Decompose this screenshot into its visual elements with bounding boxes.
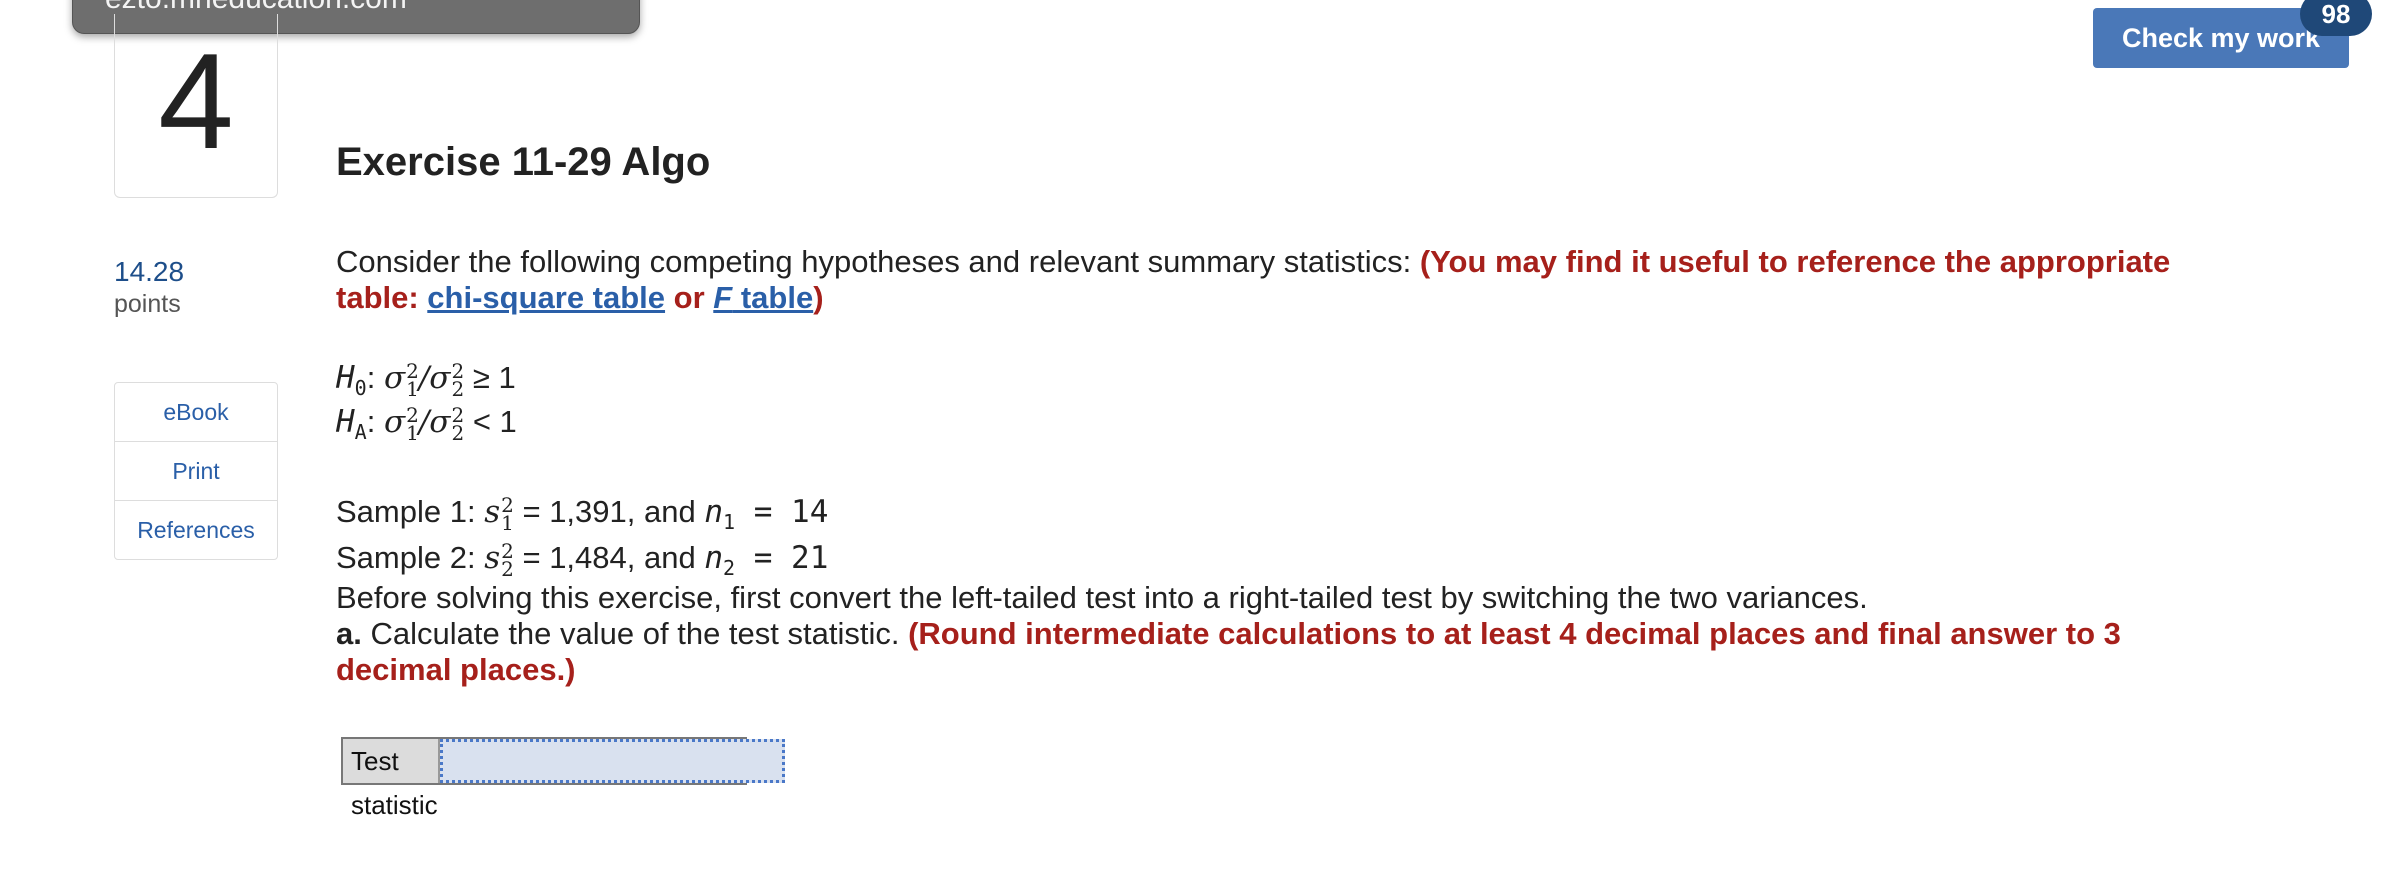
part-a-label: a. — [336, 616, 362, 651]
variance-ratio: σ 2 1/σ 2 2 — [383, 358, 465, 401]
print-link[interactable]: Print — [115, 442, 277, 501]
part-a-text: Calculate the value of the test statisti… — [361, 616, 909, 651]
ebook-link[interactable]: eBook — [115, 383, 277, 442]
answer-table: Test statistic — [341, 737, 785, 820]
attempts-badge: 98 — [2300, 0, 2372, 36]
points-value: 14.28 — [114, 256, 185, 287]
chi-square-table-link[interactable]: chi-square table — [427, 280, 665, 315]
test-statistic-label: Test statistic — [343, 739, 440, 820]
alternative-hypothesis: HA: σ 2 1/σ 2 2 < 1 — [336, 402, 517, 445]
sample-2: Sample 2: s22 = 1,484, and n2 = 21 — [336, 538, 829, 581]
instruction-text: Before solving this exercise, first conv… — [336, 580, 1868, 615]
test-statistic-input[interactable] — [439, 739, 785, 783]
n2-symbol: n2 — [704, 540, 736, 581]
question-number-card: 4 — [114, 14, 278, 198]
references-link[interactable]: References — [115, 501, 277, 560]
null-hypothesis: H0: σ 2 1/σ 2 2 ≥ 1 — [336, 358, 516, 401]
variance-ratio: σ 2 1/σ 2 2 — [383, 402, 465, 445]
f-table-link[interactable]: F table — [713, 280, 813, 315]
sample-1: Sample 1: s21 = 1,391, and n1 = 14 — [336, 492, 829, 535]
part-a: a. Calculate the value of the test stati… — [336, 616, 2236, 688]
n1-symbol: n1 — [704, 494, 736, 535]
intro-text: Consider the following competing hypothe… — [336, 244, 1420, 279]
h0-label: H0 — [336, 360, 367, 401]
ha-sign: < 1 — [472, 404, 517, 439]
sample-1-variance-symbol: s21 — [484, 492, 514, 535]
resource-links: eBook Print References — [114, 382, 278, 560]
ha-label: HA — [336, 404, 367, 445]
h0-sign: ≥ 1 — [472, 360, 516, 395]
sample-2-variance-symbol: s22 — [484, 538, 514, 581]
points-label: points — [114, 290, 181, 318]
page-title: Exercise 11-29 Algo — [336, 140, 711, 184]
question-number: 4 — [158, 24, 234, 177]
question-intro: Consider the following competing hypothe… — [336, 244, 2236, 316]
